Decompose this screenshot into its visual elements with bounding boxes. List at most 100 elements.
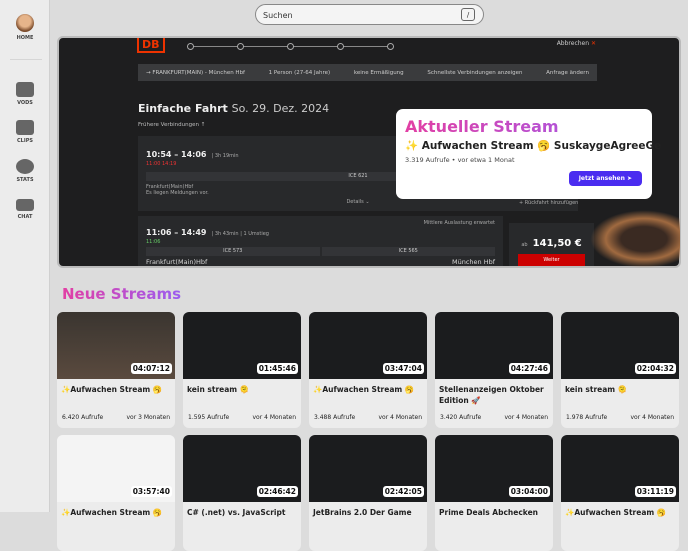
pie-chart-icon — [16, 159, 34, 174]
view-count: 1.978 Aufrufe — [566, 414, 608, 421]
db-logo: DB — [137, 38, 165, 53]
stream-thumbnail: 02:42:05 — [309, 435, 427, 502]
sidebar-item-label: CHAT — [17, 214, 33, 220]
clapperboard-icon — [16, 120, 34, 135]
sidebar-item-stats[interactable]: STATS — [0, 159, 50, 183]
stream-age: vor 4 Monaten — [378, 414, 423, 421]
persons: 1 Person (27-64 Jahre) — [268, 69, 331, 76]
stream-card[interactable]: 03:04:00 Prime Deals Abchecken — [435, 435, 553, 551]
watch-now-button[interactable]: Jetzt ansehen ➤ — [568, 171, 642, 186]
duration-badge: 03:57:40 — [130, 486, 172, 497]
route: → FRANKFURT(MAIN) - München Hbf — [146, 69, 245, 76]
trip-date: So. 29. Dez. 2024 — [231, 102, 330, 115]
duration-badge: 03:11:19 — [634, 486, 676, 497]
sidebar: HOME VODS CLIPS STATS CHAT — [0, 0, 50, 512]
stream-title: ✨Aufwachen Stream 🥱 — [565, 508, 667, 517]
stream-thumbnail: 03:47:04 — [309, 312, 427, 379]
actual-time: 11:06 — [146, 239, 161, 245]
train-label: ICE 565 — [321, 247, 495, 256]
stream-title: Prime Deals Abchecken — [439, 508, 539, 517]
search-placeholder: Suchen — [263, 11, 293, 20]
sidebar-item-label: STATS — [16, 177, 34, 183]
view-count: 6.420 Aufrufe — [62, 414, 104, 421]
price-prefix: ab — [521, 242, 528, 248]
duration-badge: 02:04:32 — [634, 363, 676, 374]
cancel-link: Abbrechen ✕ — [557, 40, 596, 47]
stream-card[interactable]: 02:46:42 C# (.net) vs. JavaScript — [183, 435, 301, 551]
view-count: 3.488 Aufrufe — [314, 414, 356, 421]
divider — [10, 59, 42, 60]
step-dot — [337, 43, 344, 50]
sidebar-item-home[interactable]: HOME — [0, 14, 50, 41]
stream-card[interactable]: 03:11:19 ✨Aufwachen Stream 🥱 — [561, 435, 679, 551]
stream-age: vor 4 Monaten — [630, 414, 675, 421]
stream-meta: 1.595 Aufrufe vor 4 Monaten — [188, 414, 296, 421]
earlier-connections: Frühere Verbindungen ↑ — [138, 122, 206, 128]
connection-time: 11:06 – 14:49 — [146, 228, 207, 237]
stream-thumbnail: 03:57:40 — [57, 435, 175, 502]
stream-title: kein stream 🫠 — [187, 385, 250, 394]
stream-card[interactable]: 03:57:40 ✨Aufwachen Stream 🥱 — [57, 435, 175, 551]
stream-thumbnail: 04:27:46 — [435, 312, 553, 379]
stream-title: kein stream 🫠 — [565, 385, 628, 394]
stream-thumbnail: 02:46:42 — [183, 435, 301, 502]
current-stream-heading: Aktueller Stream — [405, 117, 643, 136]
connection-time: 10:54 – 14:06 — [146, 150, 207, 159]
keyboard-icon — [16, 199, 34, 211]
stream-thumbnail: 01:45:46 — [183, 312, 301, 379]
train-label: ICE 573 — [146, 247, 320, 256]
stream-thumbnail: 03:11:19 — [561, 435, 679, 502]
stream-card[interactable]: 01:45:46 kein stream 🫠 1.595 Aufrufe vor 4… — [183, 312, 301, 428]
stream-meta: 3.319 Aufrufe • vor etwa 1 Monat — [405, 156, 515, 164]
avatar — [16, 14, 34, 32]
destination: München Hbf — [451, 258, 495, 266]
discount: keine Ermäßigung — [353, 69, 404, 76]
trip-heading: Einfache Fahrt So. 29. Dez. 2024 — [138, 102, 329, 115]
duration-badge: 04:27:46 — [508, 363, 550, 374]
fastest: Schnellste Verbindungen anzeigen — [427, 69, 523, 76]
stream-title: C# (.net) vs. JavaScript — [187, 508, 286, 517]
price: 141,50 € — [532, 238, 582, 249]
stream-card[interactable]: 04:27:46 Stellenanzeigen Oktober Edition… — [435, 312, 553, 428]
stream-meta: 3.488 Aufrufe vor 4 Monaten — [314, 414, 422, 421]
step-dot — [237, 43, 244, 50]
load: Mittlere Auslastung erwartet — [423, 220, 495, 226]
duration: | 3h 43min | 1 Umstieg — [211, 231, 269, 237]
stream-thumbnail: 04:07:12 — [57, 312, 175, 379]
duration-badge: 02:42:05 — [382, 486, 424, 497]
stream-thumbnail: 02:04:32 — [561, 312, 679, 379]
connection-card: 11:06 – 14:49 | 3h 43min | 1 Umstieg Mitt… — [138, 216, 503, 266]
sidebar-item-chat[interactable]: CHAT — [0, 199, 50, 220]
stream-card[interactable]: 04:07:12 ✨Aufwachen Stream 🥱 6.420 Aufruf… — [57, 312, 175, 428]
duration-badge: 03:04:00 — [508, 486, 550, 497]
search-input[interactable]: Suchen / — [255, 4, 484, 25]
sidebar-item-label: HOME — [16, 35, 34, 41]
view-count: 3.420 Aufrufe — [440, 414, 482, 421]
next-button: Weiter — [518, 254, 585, 266]
trip-title: Einfache Fahrt — [138, 102, 228, 115]
stream-title: ✨Aufwachen Stream 🥱 — [61, 508, 163, 517]
duration-badge: 03:47:04 — [382, 363, 424, 374]
stream-age: vor 4 Monaten — [504, 414, 549, 421]
cancel-label: Abbrechen — [556, 40, 590, 47]
stream-title: ✨ Aufwachen Stream 🥱 SuskaygeAgreeGe — [405, 140, 662, 152]
progress-steps — [187, 43, 394, 50]
stream-meta: 3.420 Aufrufe vor 4 Monaten — [440, 414, 548, 421]
add-return: + Rückfahrt hinzufügen — [519, 200, 579, 206]
stream-card[interactable]: 02:42:05 JetBrains 2.0 Der Game — [309, 435, 427, 551]
sidebar-item-label: CLIPS — [17, 138, 33, 144]
step-dot — [387, 43, 394, 50]
stream-card[interactable]: 03:47:04 ✨Aufwachen Stream 🥱 3.488 Aufruf… — [309, 312, 427, 428]
stream-meta: 6.420 Aufrufe vor 3 Monaten — [62, 414, 170, 421]
shortcut-key: / — [461, 8, 475, 21]
stream-meta: 1.978 Aufrufe vor 4 Monaten — [566, 414, 674, 421]
sidebar-item-clips[interactable]: CLIPS — [0, 120, 50, 144]
current-stream-card[interactable]: Aktueller Stream ✨ Aufwachen Stream 🥱 Su… — [396, 109, 662, 199]
sidebar-item-vods[interactable]: VODS — [0, 82, 50, 106]
duration-badge: 04:07:12 — [130, 363, 172, 374]
stream-card[interactable]: 02:04:32 kein stream 🫠 1.978 Aufrufe vor 4… — [561, 312, 679, 428]
duration-badge: 01:45:46 — [256, 363, 298, 374]
cat-image — [590, 210, 680, 268]
price-box: ab 141,50 € Weiter — [509, 223, 594, 266]
stream-age: vor 3 Monaten — [126, 414, 171, 421]
